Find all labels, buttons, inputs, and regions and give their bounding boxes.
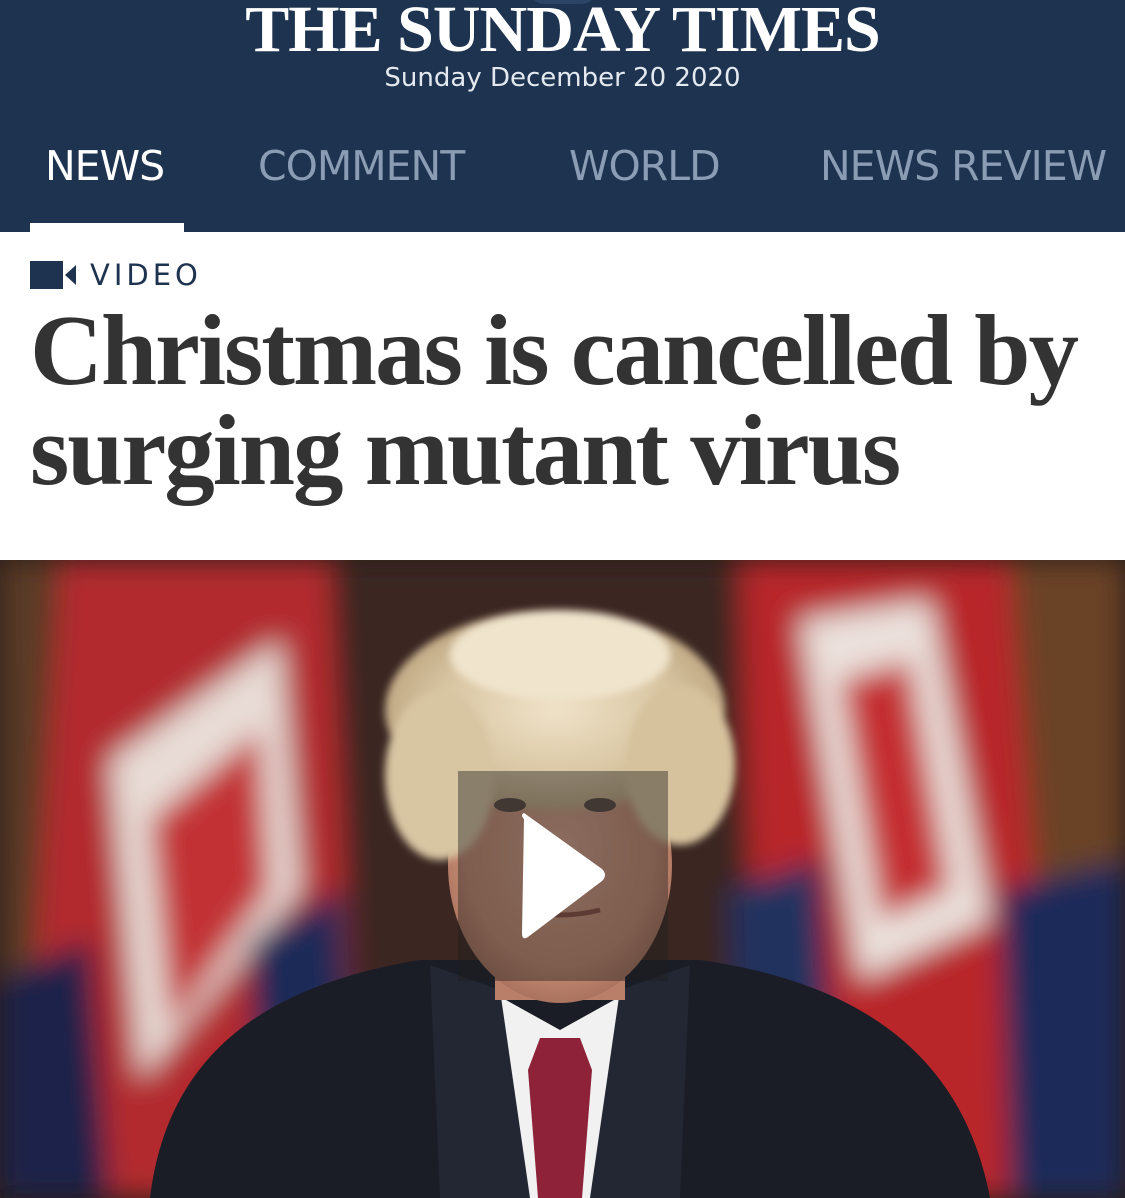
video-player[interactable]: [0, 560, 1125, 1198]
tab-news-review[interactable]: NEWS REVIEW: [820, 142, 1107, 204]
play-button[interactable]: [458, 771, 668, 981]
active-tab-indicator: [30, 223, 184, 232]
tab-world[interactable]: WORLD: [569, 142, 721, 204]
article-headline[interactable]: Christmas is cancelled by surging mutant…: [30, 300, 1110, 501]
edition-date: Sunday December 20 2020: [384, 63, 741, 93]
play-icon: [522, 813, 605, 939]
brand-logo[interactable]: THE SUNDAY TIMES: [0, 0, 1125, 66]
video-camera-icon: [30, 261, 76, 289]
tab-comment[interactable]: COMMENT: [258, 142, 465, 204]
section-nav: NEWS COMMENT WORLD NEWS REVIEW: [0, 128, 1125, 232]
video-tag-label: VIDEO: [90, 258, 202, 292]
masthead: THE SUNDAY TIMES Sunday December 20 2020…: [0, 0, 1125, 232]
tab-news[interactable]: NEWS: [45, 142, 165, 204]
